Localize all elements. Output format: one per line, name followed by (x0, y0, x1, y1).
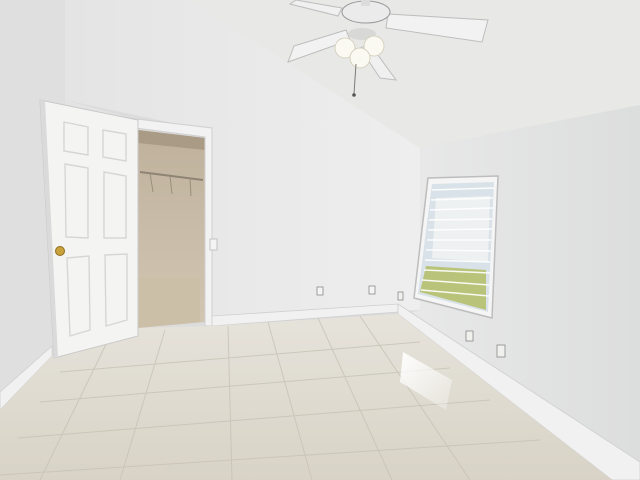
light-switch (209, 238, 218, 251)
fan-downrod (361, 0, 370, 6)
outlet-back-2 (368, 285, 376, 295)
outlet-right-1 (465, 330, 474, 342)
room-photo (0, 0, 640, 480)
window-with-blinds (413, 175, 499, 319)
open-door (39, 99, 139, 359)
door-knob (55, 246, 65, 256)
closet-floor (138, 278, 200, 328)
fan-pull-chain-end (352, 93, 356, 97)
fan-light-bulb-3 (349, 47, 371, 69)
outlet-right-2 (496, 344, 506, 358)
outlet-back-1 (316, 286, 324, 296)
outlet-right-3 (397, 291, 404, 301)
